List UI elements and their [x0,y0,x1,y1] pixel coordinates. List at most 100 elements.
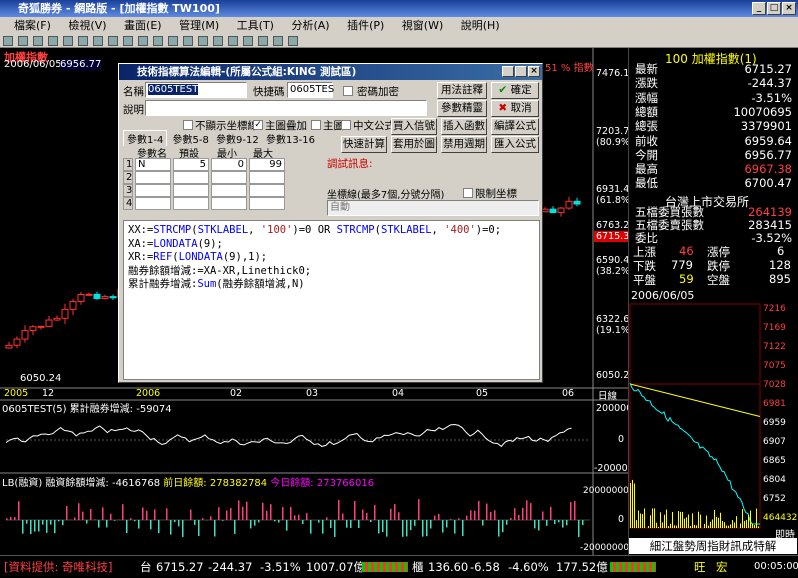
apply-chart-button[interactable]: 套用於圖 [391,136,437,153]
insert-function-button[interactable]: 插入函數 [441,118,487,135]
tag-icon[interactable] [183,36,193,46]
param-cell[interactable] [249,171,285,184]
ind2-bar [262,502,264,520]
param-cell[interactable]: 0 [211,158,247,171]
zoom-in-icon[interactable] [33,36,43,46]
ind2-bar [242,506,244,520]
menu-plugins[interactable]: 插件(P) [347,19,384,32]
param-cell[interactable] [211,184,247,197]
formula-editor[interactable]: XX:=STRCMP(STKLABEL, '100')=0 OR STRCMP(… [123,220,540,380]
ind2-bar [278,520,280,523]
news-ticker[interactable]: 細江盤勢周指財訊成特解 [629,538,797,554]
param-cell[interactable]: 99 [249,158,285,171]
maximize-button[interactable]: □ [767,2,781,15]
circle-tool-icon[interactable] [243,36,253,46]
menu-screen[interactable]: 畫面(E) [124,19,162,32]
rights-icon[interactable] [93,36,103,46]
limit-axis-checkbox[interactable] [463,188,473,198]
menu-view[interactable]: 檢視(V) [68,19,106,32]
dialog-minimize-button[interactable] [502,66,514,77]
param-cell[interactable] [173,197,209,210]
minimize-button[interactable]: _ [752,2,766,15]
add-icon[interactable] [48,36,58,46]
usage-notes-button[interactable]: 用法註釋 [437,82,487,99]
axis-lines-input[interactable]: 自動 [327,200,539,216]
menu-help[interactable]: 說明(H) [461,19,500,32]
password-checkbox[interactable] [343,86,353,96]
param-cell[interactable] [249,197,285,210]
chinese-formula-checkbox[interactable] [341,120,351,130]
main-chart-checkbox[interactable] [311,120,321,130]
dialog-close-button[interactable]: × [528,66,540,77]
disable-period-button[interactable]: 禁用週期 [441,136,487,153]
no-trade-label: 空盤 [707,273,730,287]
intraday-volume-bar [698,511,699,528]
pointer-icon[interactable] [78,36,88,46]
ind2-bar [170,520,172,535]
link-icon[interactable] [108,36,118,46]
tab-params-1-4[interactable]: 參數1-4 [123,130,168,146]
arrow-tool-icon[interactable] [288,36,298,46]
grid-icon[interactable] [123,36,133,46]
cancel-button[interactable]: ✖ 取消 [491,100,539,117]
quick-calc-button[interactable]: 快速計算 [341,136,387,153]
ind2-title-text: LB(融資) 融資餘額增減: -4616768 [2,478,161,489]
dialog-titlebar[interactable]: 技術指標算法編輯-(所屬公式組:KING 測試區) × [119,64,542,80]
fib-tool-icon[interactable] [273,36,283,46]
param-cell[interactable] [135,197,171,210]
help-icon[interactable] [198,36,208,46]
param-cell[interactable] [211,171,247,184]
buy-signal-button[interactable]: 買入信號 [391,118,437,135]
intraday-volume-bar [756,508,757,528]
tab-params-13-16[interactable]: 參數13-16 [264,131,317,146]
bar-icon[interactable] [153,36,163,46]
move-icon[interactable] [63,36,73,46]
menu-tools[interactable]: 工具(T) [237,19,274,32]
param-row: 4 [123,197,319,210]
rect-tool-icon[interactable] [228,36,238,46]
overlay-checkbox[interactable]: ✓ [253,120,263,130]
close-button[interactable]: × [782,2,796,15]
intraday-volume-bar [688,514,689,528]
param-cell[interactable] [135,184,171,197]
text-tool-icon[interactable] [258,36,268,46]
ok-button[interactable]: ✔ 確定 [491,82,539,99]
indicator-editor-dialog: 技術指標算法編輯-(所屬公式組:KING 測試區) × 名稱 0605TEST … [118,63,543,383]
description-input[interactable] [145,100,427,116]
compile-button[interactable]: 編譯公式 [491,118,539,135]
pen-icon[interactable] [168,36,178,46]
ind2-bar [450,519,452,520]
name-input[interactable]: 0605TEST [145,82,247,98]
price-tick: 7476.1 [596,68,630,79]
param-cell[interactable] [173,171,209,184]
menu-file[interactable]: 檔案(F) [14,19,51,32]
dialog-maximize-button[interactable] [515,66,527,77]
ind2-bar [150,520,152,530]
menu-window[interactable]: 視窗(W) [402,19,443,32]
period-label[interactable]: 日線 [598,388,617,402]
line-tool-icon[interactable] [213,36,223,46]
chart-icon[interactable] [18,36,28,46]
param-cell[interactable] [173,184,209,197]
hide-axis-checkbox[interactable] [183,120,193,130]
tab-params-5-8[interactable]: 參數5-8 [171,131,211,146]
param-cell[interactable] [211,197,247,210]
import-formula-button[interactable]: 匯入公式 [491,136,539,153]
intraday-volume-bar [720,512,721,528]
ind2-bar [446,520,448,528]
param-wizard-button[interactable]: 參數精靈 [437,100,487,117]
tab-params-9-12[interactable]: 參數9-12 [214,131,261,146]
param-cell[interactable]: N [135,158,171,171]
name-label: 名稱 [123,86,144,98]
hotkey-input[interactable]: 0605TES [287,82,334,98]
open-icon[interactable] [3,36,13,46]
menu-analysis[interactable]: 分析(A) [291,19,329,32]
table-icon[interactable] [138,36,148,46]
ind2-bar [78,503,80,520]
param-cell[interactable] [135,171,171,184]
param-cell[interactable]: 5 [173,158,209,171]
param-cell[interactable] [249,184,285,197]
menu-manage[interactable]: 管理(M) [179,19,219,32]
ind2-bar [130,518,132,520]
ind2-today: 今日餘額: 273766016 [270,478,375,489]
